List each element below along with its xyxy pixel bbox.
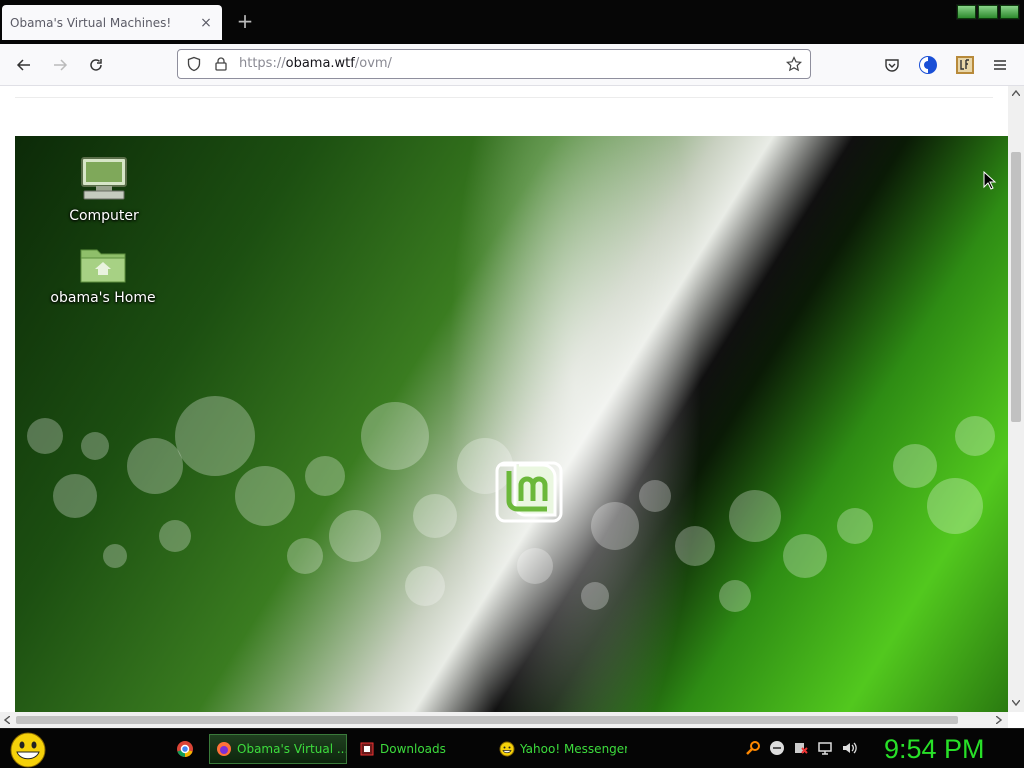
tab-close-icon[interactable]: × <box>198 15 214 31</box>
url-host: obama.wtf <box>285 56 355 71</box>
desktop-icon-label: obama's Home <box>50 290 156 306</box>
mouse-cursor-icon <box>983 171 997 190</box>
maximize-button[interactable] <box>978 5 998 19</box>
back-arrow-icon <box>16 59 30 71</box>
remote-desktop-view[interactable]: Computer obama's Home <box>15 136 1008 712</box>
hamburger-menu-icon <box>994 60 1006 70</box>
scroll-left-icon[interactable] <box>4 716 10 724</box>
linux-mint-logo <box>495 461 563 523</box>
status-icon[interactable] <box>768 739 786 757</box>
taskbar-item-label: Obama's Virtual ... <box>237 742 347 756</box>
web-page-content: Computer obama's Home <box>0 86 1008 712</box>
url-scheme: https:// <box>239 56 286 71</box>
chrome-launcher[interactable] <box>176 740 194 762</box>
new-tab-button[interactable]: + <box>234 10 256 34</box>
bookmark-star-icon[interactable] <box>786 56 802 72</box>
vertical-scrollbar[interactable] <box>1008 86 1024 712</box>
search-icon[interactable] <box>744 739 762 757</box>
scroll-right-icon[interactable] <box>996 716 1002 724</box>
volume-icon[interactable] <box>840 739 858 757</box>
desktop-icon-computer[interactable]: Computer <box>49 156 159 224</box>
menu-button[interactable] <box>987 52 1013 78</box>
desktop-icon-home[interactable]: obama's Home <box>48 244 158 306</box>
horizontal-scrollbar[interactable] <box>0 712 1008 728</box>
yahoo-messenger-icon <box>499 741 515 757</box>
lock-icon[interactable] <box>213 56 229 72</box>
pocket-button[interactable] <box>879 52 905 78</box>
navigation-bar: https://obama.wtf/ovm/ <box>0 44 1024 86</box>
firefox-icon <box>217 742 231 756</box>
page-divider <box>15 97 993 98</box>
home-folder-icon <box>80 249 126 283</box>
scroll-down-icon[interactable] <box>1012 700 1020 706</box>
computer-icon <box>81 157 127 200</box>
display-icon[interactable] <box>816 739 834 757</box>
url-text: https://obama.wtf/ovm/ <box>239 56 392 71</box>
window-controls <box>956 4 1020 20</box>
close-window-button[interactable] <box>999 5 1019 19</box>
desktop-icon-label: Computer <box>69 208 139 224</box>
reload-button[interactable] <box>83 52 109 78</box>
extension-button[interactable] <box>915 52 941 78</box>
chrome-icon <box>177 741 193 757</box>
reload-icon <box>90 59 102 71</box>
system-tray <box>744 739 858 757</box>
taskbar-item-label: Downloads <box>380 742 446 756</box>
network-disconnected-icon[interactable] <box>792 739 810 757</box>
taskbar-item-firefox[interactable]: Obama's Virtual ... <box>209 734 347 764</box>
tab-title: Obama's Virtual Machines! <box>10 15 172 30</box>
url-bar[interactable]: https://obama.wtf/ovm/ <box>177 49 811 79</box>
scroll-up-icon[interactable] <box>1012 90 1020 96</box>
extension-lf-button[interactable] <box>952 52 978 78</box>
pocket-icon <box>885 59 899 72</box>
taskbar: Obama's Virtual ... Downloads Yahoo! Mes… <box>0 728 1024 768</box>
forward-button[interactable] <box>47 52 73 78</box>
tab-strip: Obama's Virtual Machines! × + <box>0 0 1024 44</box>
url-path: /ovm/ <box>354 56 392 71</box>
downloads-folder-icon <box>360 742 374 756</box>
vertical-scroll-thumb[interactable] <box>1011 152 1021 422</box>
back-button[interactable] <box>11 52 37 78</box>
wallpaper-bokeh <box>27 396 995 612</box>
taskbar-item-downloads[interactable]: Downloads <box>353 734 487 764</box>
smiley-start-icon <box>10 732 46 768</box>
start-button[interactable] <box>9 732 47 768</box>
tab-obamas-virtual-machines[interactable]: Obama's Virtual Machines! × <box>2 5 222 40</box>
minimize-button[interactable] <box>957 5 977 19</box>
taskbar-item-label: Yahoo! Messenger <box>520 742 627 756</box>
taskbar-item-yahoo-messenger[interactable]: Yahoo! Messenger <box>493 734 627 764</box>
taskbar-clock[interactable]: 9:54 PM <box>884 731 1024 767</box>
firefox-account-icon <box>919 56 937 74</box>
forward-arrow-icon <box>54 59 68 71</box>
extension-icon <box>956 56 974 74</box>
tracking-shield-icon[interactable] <box>186 56 202 72</box>
horizontal-scroll-thumb[interactable] <box>16 716 958 724</box>
